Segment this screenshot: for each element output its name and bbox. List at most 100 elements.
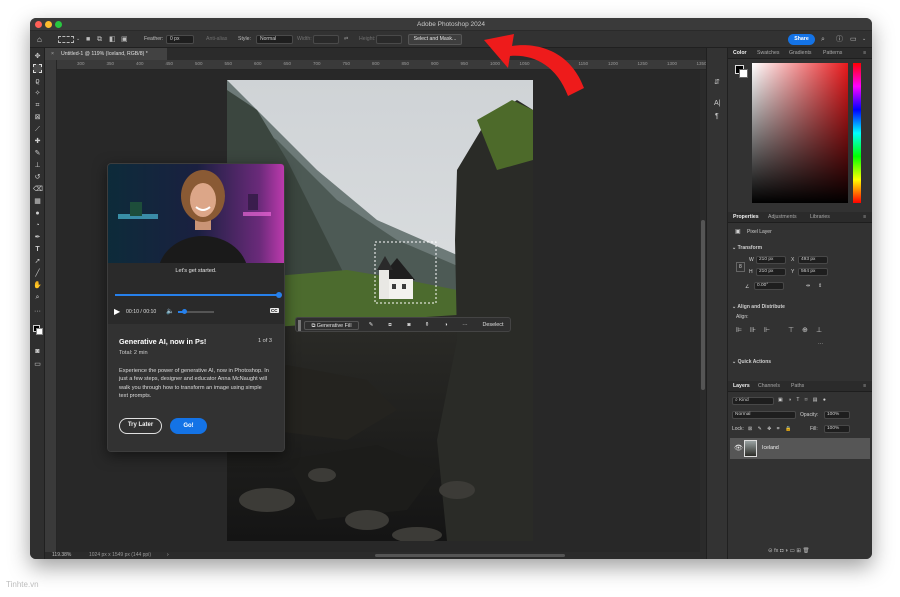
home-icon[interactable]: ⌂: [37, 35, 42, 44]
deselect-button[interactable]: Deselect: [478, 321, 508, 330]
layers-footer-icons[interactable]: ⊝ fx ◘ ◑ ▭ ⊞ 🗑: [768, 548, 810, 554]
tab-properties[interactable]: Properties: [733, 212, 759, 223]
layer-name[interactable]: Iceland: [762, 445, 779, 451]
help-icon[interactable]: ⓘ: [836, 35, 843, 44]
paragraph-panel-icon[interactable]: ¶: [715, 113, 719, 120]
angle-field[interactable]: 0.00°: [754, 282, 784, 290]
marquee-tool-preset-icon[interactable]: [58, 36, 74, 43]
tab-gradients[interactable]: Gradients: [789, 48, 812, 59]
line-tool-icon[interactable]: ╱: [33, 269, 42, 278]
swap-icon[interactable]: ⇄: [344, 35, 348, 44]
video-progress-knob[interactable]: [276, 292, 282, 298]
volume-slider[interactable]: [178, 309, 214, 314]
color-picker-field[interactable]: [752, 63, 848, 203]
align-middle-icon[interactable]: ⊕: [802, 326, 808, 334]
filter-kind-select[interactable]: ⌕ Kind: [732, 397, 774, 405]
align-center-icon[interactable]: ⊪: [750, 326, 756, 334]
horizontal-scrollbar[interactable]: [375, 554, 565, 557]
marquee-tool-icon[interactable]: [33, 64, 42, 73]
tab-libraries[interactable]: Libraries: [810, 212, 830, 223]
tab-swatches[interactable]: Swatches: [757, 48, 780, 59]
layer-row-iceland[interactable]: 👁 Iceland: [730, 438, 870, 459]
tab-paths[interactable]: Paths: [791, 381, 804, 392]
y-field[interactable]: 564 px: [798, 268, 828, 276]
more-tools-icon[interactable]: ···: [33, 307, 42, 316]
frame-tool-icon[interactable]: ⊠: [33, 113, 42, 122]
try-later-button[interactable]: Try Later: [119, 418, 162, 434]
align-top-icon[interactable]: ⊤: [788, 326, 794, 334]
panel-menu-icon[interactable]: ≡: [863, 212, 866, 223]
visibility-eye-icon[interactable]: 👁: [734, 444, 743, 452]
adjustment-icon[interactable]: ◑: [441, 321, 451, 330]
blend-mode-select[interactable]: Normal: [732, 411, 796, 419]
more-options-icon[interactable]: ···: [818, 341, 823, 347]
chevron-right-icon[interactable]: ›: [167, 552, 169, 559]
intersect-selection-icon[interactable]: ▣: [121, 35, 128, 44]
fill-selection-icon[interactable]: ⚱: [422, 321, 432, 330]
background-color-swatch[interactable]: [36, 328, 43, 335]
document-tab[interactable]: × Untitled-1 @ 119% (Iceland, RGB/8) *: [45, 48, 167, 60]
subtract-selection-icon[interactable]: ◧: [109, 35, 116, 44]
move-tool-icon[interactable]: ✥: [33, 52, 42, 61]
antialias-checkbox[interactable]: Anti-alias: [206, 35, 227, 44]
background-color-chip[interactable]: [739, 69, 748, 78]
eyedropper-tool-icon[interactable]: ⟋: [33, 125, 42, 134]
share-button[interactable]: Share: [788, 34, 815, 45]
transform-section-title[interactable]: ⌄ Transform: [732, 245, 762, 251]
flip-vertical-icon[interactable]: ⇕: [818, 283, 822, 289]
clone-stamp-tool-icon[interactable]: ⊥: [33, 161, 42, 170]
gradient-tool-icon[interactable]: ▦: [33, 197, 42, 206]
drag-handle[interactable]: [298, 320, 301, 331]
hue-slider[interactable]: [853, 63, 861, 203]
history-panel-icon[interactable]: ⇵: [714, 78, 720, 86]
height-input[interactable]: [376, 35, 402, 44]
width-input[interactable]: [313, 35, 339, 44]
align-section-title[interactable]: ⌄ Align and Distribute: [732, 304, 785, 310]
lock-icons[interactable]: ⊠ ✎ ✥ ⌗ 🔒: [748, 426, 793, 432]
lasso-tool-icon[interactable]: ϱ: [33, 77, 42, 86]
crop-tool-icon[interactable]: ⌗: [33, 101, 42, 110]
layer-filter-icons[interactable]: ▣ ◑ T ⌑ ▤ ●: [778, 397, 828, 403]
tab-patterns[interactable]: Patterns: [823, 48, 842, 59]
panel-menu-icon[interactable]: ≡: [863, 381, 866, 392]
tab-adjustments[interactable]: Adjustments: [768, 212, 797, 223]
quick-actions-title[interactable]: ⌄ Quick Actions: [732, 359, 771, 365]
blur-tool-icon[interactable]: ●: [33, 209, 42, 218]
search-icon[interactable]: ⌕: [821, 35, 825, 44]
brush-tool-icon[interactable]: ✎: [33, 149, 42, 158]
go-button[interactable]: Go!: [170, 418, 207, 434]
quick-mask-icon[interactable]: ◙: [33, 347, 42, 356]
select-and-mask-button[interactable]: Select and Mask...: [408, 34, 462, 45]
object-selection-tool-icon[interactable]: ✧: [33, 89, 42, 98]
type-tool-icon[interactable]: T: [33, 245, 42, 254]
closed-captions-button[interactable]: CC: [270, 308, 279, 313]
link-icon[interactable]: 8: [736, 262, 745, 272]
tutorial-video[interactable]: [108, 164, 284, 263]
zoom-tool-icon[interactable]: ⌕: [33, 293, 42, 302]
feather-input[interactable]: 0 px: [166, 35, 194, 44]
screen-mode-icon[interactable]: ▭: [33, 360, 42, 369]
chevron-down-icon[interactable]: ⌄: [862, 35, 866, 44]
tab-layers[interactable]: Layers: [733, 381, 750, 392]
generative-fill-button[interactable]: ⧉ Generative Fill: [304, 321, 359, 330]
fill-field[interactable]: 100%: [824, 425, 850, 433]
path-selection-tool-icon[interactable]: ➚: [33, 257, 42, 266]
pen-tool-icon[interactable]: ✒: [33, 233, 42, 242]
x-field[interactable]: 493 px: [798, 256, 828, 264]
healing-brush-tool-icon[interactable]: ✚: [33, 137, 42, 146]
history-brush-tool-icon[interactable]: ↺: [33, 173, 42, 182]
mask-icon[interactable]: ◙: [404, 321, 414, 330]
align-right-icon[interactable]: ⊩: [764, 326, 770, 334]
select-subject-icon[interactable]: ⧈: [385, 321, 395, 330]
dodge-tool-icon[interactable]: ◔: [33, 221, 42, 230]
add-selection-icon[interactable]: ⧉: [97, 35, 102, 44]
width-field[interactable]: 210 px: [756, 256, 786, 264]
new-selection-icon[interactable]: ■: [86, 35, 90, 44]
hand-tool-icon[interactable]: ✋: [33, 281, 42, 290]
align-left-icon[interactable]: ⊫: [736, 326, 742, 334]
volume-icon[interactable]: 🔈: [166, 307, 174, 315]
workspace-icon[interactable]: ▭: [850, 35, 857, 44]
zoom-level[interactable]: 119.38%: [52, 552, 71, 559]
style-select[interactable]: Normal: [256, 35, 293, 44]
panel-menu-icon[interactable]: ≡: [863, 48, 866, 59]
